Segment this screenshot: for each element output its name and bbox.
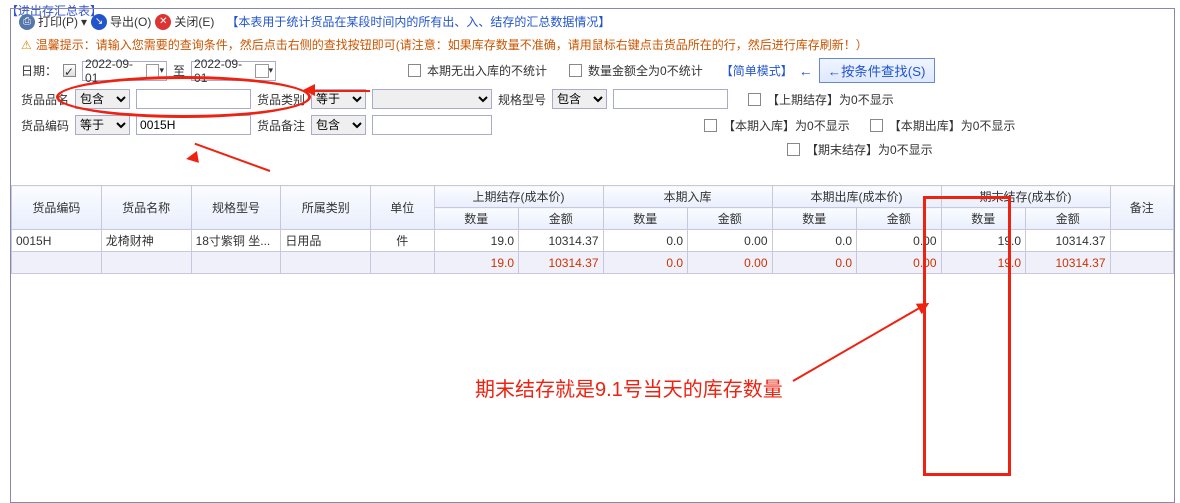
spec-label: 规格型号 xyxy=(498,91,546,108)
cat-op-select[interactable]: 等于 xyxy=(311,89,366,109)
warning-icon: ⚠ xyxy=(21,38,32,52)
cb-zero-label: 数量金额全为0不统计 xyxy=(588,62,703,79)
cb-sq[interactable] xyxy=(748,93,761,106)
hint-text: 温馨提示：请输入您需要的查询条件，然后点击右侧的查找按钮即可(请注意：如果库存数… xyxy=(36,36,868,53)
th-mq[interactable]: 期末结存(成本价) xyxy=(941,186,1110,208)
calendar-icon xyxy=(146,64,160,78)
th-code[interactable]: 货品编码 xyxy=(12,186,102,230)
th-name[interactable]: 货品名称 xyxy=(101,186,191,230)
date-checkbox[interactable]: ✓ xyxy=(63,64,76,77)
close-button[interactable]: ✕ 关闭(E) xyxy=(155,13,214,30)
search-button[interactable]: ←按条件查找(S) xyxy=(819,58,935,83)
printer-icon: ⎙ xyxy=(19,14,35,30)
cb-zero[interactable] xyxy=(569,64,582,77)
th-unit[interactable]: 单位 xyxy=(371,186,434,230)
th-in[interactable]: 本期入库 xyxy=(603,186,772,208)
th-qty[interactable]: 数量 xyxy=(434,208,519,230)
cb-mq-label: 【期末结存】为0不显示 xyxy=(806,141,933,158)
remark-input[interactable] xyxy=(372,115,492,135)
sum-row: 19.0 10314.37 0.0 0.00 0.0 0.00 19.0 103… xyxy=(12,252,1174,274)
cb-no-io[interactable] xyxy=(408,64,421,77)
th-out[interactable]: 本期出库(成本价) xyxy=(772,186,941,208)
name-label: 货品品名 xyxy=(21,91,69,108)
code-input[interactable] xyxy=(136,115,251,135)
cb-out[interactable] xyxy=(870,119,883,132)
th-qty[interactable]: 数量 xyxy=(603,208,688,230)
calendar-icon xyxy=(255,64,269,78)
cat-select[interactable] xyxy=(372,89,492,109)
th-amt[interactable]: 金额 xyxy=(688,208,773,230)
cb-in[interactable] xyxy=(704,119,717,132)
name-input[interactable] xyxy=(136,89,251,109)
spec-op-select[interactable]: 包含 xyxy=(552,89,607,109)
export-icon: ↘ xyxy=(91,14,107,30)
arrow-left-icon: ← xyxy=(799,63,813,79)
spec-input[interactable] xyxy=(613,89,728,109)
code-op-select[interactable]: 等于 xyxy=(75,115,130,135)
toolbar-note: 【本表用于统计货品在某段时间内的所有出、入、结存的汇总数据情况】 xyxy=(226,13,610,30)
th-amt[interactable]: 金额 xyxy=(519,208,604,230)
th-amt[interactable]: 金额 xyxy=(1026,208,1111,230)
cb-in-label: 【本期入库】为0不显示 xyxy=(723,117,850,134)
remark-label: 货品备注 xyxy=(257,117,305,134)
date-to-input[interactable]: 2022-09-01▾ xyxy=(191,61,276,81)
th-amt[interactable]: 金额 xyxy=(857,208,942,230)
name-op-select[interactable]: 包含 xyxy=(75,89,130,109)
date-to-label: 至 xyxy=(173,62,185,79)
data-table: 货品编码 货品名称 规格型号 所属类别 单位 上期结存(成本价) 本期入库 本期… xyxy=(11,185,1174,274)
th-remark[interactable]: 备注 xyxy=(1110,186,1173,230)
th-sq[interactable]: 上期结存(成本价) xyxy=(434,186,603,208)
cat-label: 货品类别 xyxy=(257,91,305,108)
cb-out-label: 【本期出库】为0不显示 xyxy=(889,117,1016,134)
th-qty[interactable]: 数量 xyxy=(941,208,1026,230)
date-from-input[interactable]: 2022-09-01▾ xyxy=(82,61,167,81)
code-label: 货品编码 xyxy=(21,117,69,134)
cb-mq[interactable] xyxy=(787,143,800,156)
date-label: 日期： xyxy=(21,62,57,79)
close-icon: ✕ xyxy=(155,14,171,30)
simple-mode-link[interactable]: 【简单模式】 xyxy=(721,62,793,79)
th-cat[interactable]: 所属类别 xyxy=(281,186,371,230)
cb-sq-label: 【上期结存】为0不显示 xyxy=(767,91,894,108)
print-button[interactable]: ⎙ 打印(P) ▾ xyxy=(19,13,87,30)
table-row[interactable]: 0015H 龙椅财神 18寸紫铜 坐... 日用品 件 19.0 10314.3… xyxy=(12,230,1174,252)
th-spec[interactable]: 规格型号 xyxy=(191,186,281,230)
cb-no-io-label: 本期无出入库的不统计 xyxy=(427,62,547,79)
export-button[interactable]: ↘ 导出(O) xyxy=(91,13,151,30)
th-qty[interactable]: 数量 xyxy=(772,208,857,230)
toolbar: ⎙ 打印(P) ▾ ↘ 导出(O) ✕ 关闭(E) 【本表用于统计货品在某段时间… xyxy=(11,9,1174,34)
remark-op-select[interactable]: 包含 xyxy=(311,115,366,135)
